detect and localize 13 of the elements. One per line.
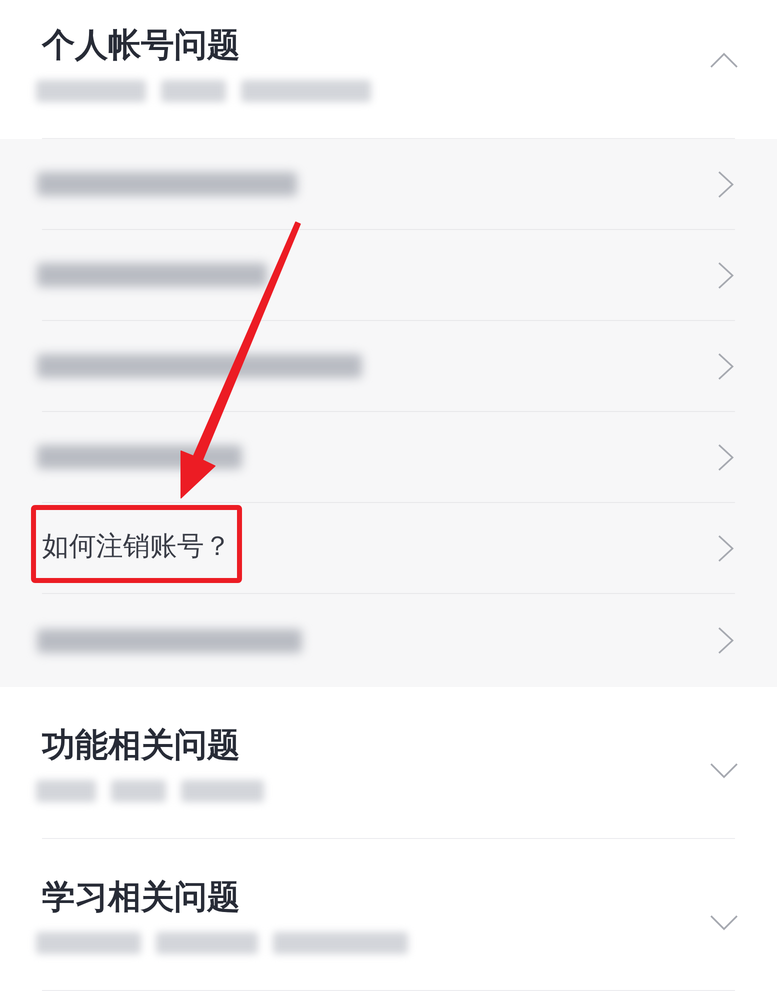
question-link[interactable]: 如何注销账号？: [42, 531, 231, 562]
chevron-down-icon[interactable]: [710, 762, 738, 778]
chevron-down-icon[interactable]: [710, 914, 738, 930]
chevron-right-icon[interactable]: [718, 534, 734, 562]
section-title: 学习相关问题: [42, 879, 240, 915]
chevron-right-icon[interactable]: [718, 170, 734, 198]
chevron-up-icon[interactable]: [710, 52, 738, 68]
chevron-right-icon[interactable]: [718, 352, 734, 380]
chevron-right-icon[interactable]: [718, 262, 734, 288]
chevron-right-icon[interactable]: [718, 627, 734, 654]
chevron-right-icon[interactable]: [718, 444, 734, 470]
section-title: 功能相关问题: [42, 727, 240, 763]
section-title: 个人帐号问题: [42, 27, 240, 63]
